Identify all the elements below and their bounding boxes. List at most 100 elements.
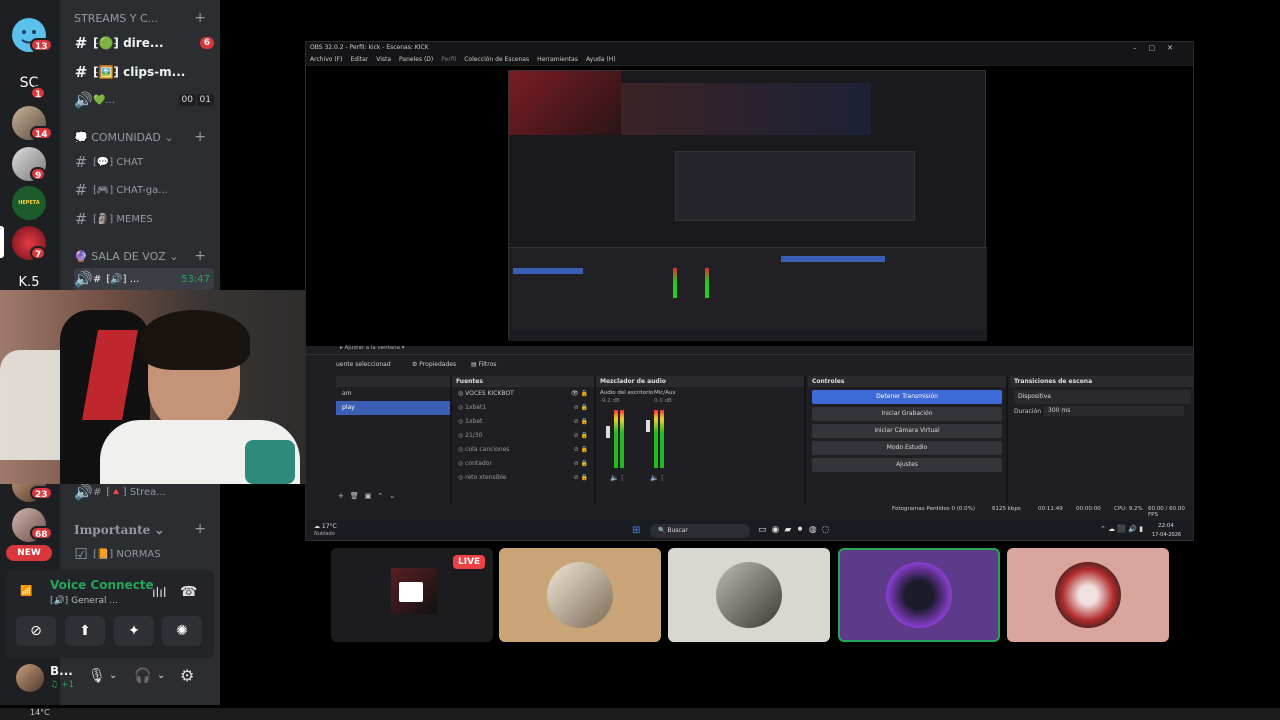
stop-streaming-button[interactable]: Detener Transmisión — [812, 390, 1002, 404]
camera-off-icon[interactable]: ⊘ — [16, 616, 56, 646]
category-sala-de-voz[interactable]: 🔮 SALA DE VOZ ⌄ — [74, 250, 178, 263]
channel-stream[interactable]: 🔊 # ⁅🔺⁆ Strea... — [74, 481, 214, 503]
volume-meter — [660, 410, 664, 468]
studio-mode-button[interactable]: Modo Estudio — [812, 441, 1002, 455]
window-controls[interactable]: –▢✕ — [1133, 42, 1185, 54]
voice-limit: 01 — [196, 94, 214, 106]
start-virtual-camera-button[interactable]: Iniciar Cámara Virtual — [812, 424, 1002, 438]
scenes-header — [336, 376, 450, 387]
taskbar-search[interactable]: 🔍 Buscar — [650, 524, 750, 538]
avatar[interactable] — [16, 664, 44, 692]
menu-editar[interactable]: Editar — [350, 54, 368, 65]
menu-coleccion[interactable]: Colección de Escenas — [464, 54, 529, 65]
speaker-icon: 🔊 — [74, 270, 93, 288]
taskbar-apps[interactable]: ▭◉▰⚫◍◌ — [758, 525, 835, 535]
channel-chat[interactable]: # ⁅💬⁆ CHAT — [74, 151, 214, 173]
screen-share-icon — [399, 582, 423, 602]
bitrate: 6125 kbps — [992, 506, 1021, 512]
voice-channel-heart[interactable]: 🔊 💚... 00 01 — [74, 89, 214, 111]
start-recording-button[interactable]: Iniciar Grabación — [812, 407, 1002, 421]
volume-slider[interactable] — [646, 420, 650, 432]
properties-tab[interactable]: ⚙ Propiedades — [412, 355, 456, 375]
menu-vista[interactable]: Vista — [376, 54, 391, 65]
source-item[interactable]: ◎ 1xbet ⊘ 🔒 — [452, 415, 594, 429]
user-tile-1[interactable] — [499, 548, 661, 642]
channel-normas[interactable]: ☑ ⁅📙⁆ NORMAS — [74, 543, 214, 565]
add-channel-icon[interactable]: + — [194, 248, 206, 264]
source-item[interactable]: ◎ cola canciones ⊘ 🔒 — [452, 443, 594, 457]
weather-widget[interactable]: ☁ 17°C — [314, 523, 337, 530]
unread-badge: 7 — [30, 246, 47, 260]
channel-direct[interactable]: # ⁅🟢⁆ dire... 6 — [74, 32, 214, 54]
category-streams[interactable]: STREAMS Y C... — [74, 12, 158, 25]
menu-paneles[interactable]: Paneles (D) — [399, 54, 433, 65]
source-item[interactable]: ◎ 1xbet1 ⊘ 🔒 — [452, 401, 594, 415]
user-tile-2[interactable] — [668, 548, 830, 642]
unread-badge: 13 — [30, 38, 53, 52]
server-icon-hepe[interactable]: HEPETA LORD — [12, 186, 46, 220]
channel-memes[interactable]: # ⁅🗿⁆ MEMES — [74, 208, 214, 230]
voice-status[interactable]: Voice Connecte — [50, 578, 154, 592]
duration-input[interactable]: 300 ms — [1044, 406, 1184, 416]
speaker-icon[interactable]: 🔈⋮ — [650, 474, 666, 482]
activities-icon[interactable]: ✦ — [114, 616, 154, 646]
unread-badge: 14 — [30, 126, 53, 140]
voice-connection-panel: 📶 Voice Connecte ⁅🔊⁆ General ... ılıl ☎ … — [6, 570, 214, 658]
tray-icons[interactable]: ⌃ ☁ ⬛ 🔊 ▮ — [1100, 525, 1143, 533]
add-channel-icon[interactable]: + — [194, 521, 206, 537]
sources-dock: Fuentes ◎ VOCES KICKBOT 👁 🔒 ◎ 1xbet1 ⊘ 🔒 ◎… — [452, 376, 596, 504]
voice-channel-general[interactable]: 🔊 # ⁅🔊⁆ ... 53:47 — [74, 268, 214, 290]
transitions-dock: Transiciones de escena Dispositiva Durac… — [1010, 376, 1193, 504]
disconnect-icon[interactable]: ☎ — [180, 584, 197, 600]
noise-suppression-icon[interactable]: ılıl — [152, 586, 166, 601]
channel-clips[interactable]: # ⁅🖼️⁆ clips-m... — [74, 61, 214, 83]
selected-source-label: uente seleccionad — [336, 361, 391, 368]
user-tile-4[interactable] — [1007, 548, 1169, 642]
volume-slider[interactable] — [606, 426, 610, 438]
category-comunidad[interactable]: 💭 COMUNIDAD ⌄ — [74, 131, 174, 144]
scene-item-selected[interactable]: play — [336, 401, 450, 415]
obs-title-bar: OBS 32.0.2 - Perfil: kick - Escenas: KIC… — [306, 42, 1193, 54]
source-item[interactable]: ◎ contador ⊘ 🔒 — [452, 457, 594, 471]
text-channel-icon: # — [74, 210, 88, 228]
menu-archivo[interactable]: Archivo (F) — [310, 54, 342, 65]
voice-timer: 53:47 — [181, 273, 210, 285]
transition-select[interactable]: Dispositiva — [1014, 390, 1191, 404]
stream-tile[interactable]: LIVE — [331, 548, 493, 642]
mixer-channel-mic: Mic/Aux — [654, 390, 676, 396]
new-badge[interactable]: NEW — [6, 545, 52, 561]
username[interactable]: B... — [50, 664, 73, 678]
source-item[interactable]: ◎ VOCES KICKBOT 👁 🔒 — [452, 387, 594, 401]
windows-start-icon[interactable]: ⊞ — [632, 525, 640, 536]
chevron-down-icon[interactable]: ⌄ — [157, 670, 165, 681]
category-importante[interactable]: Importante ⌄ — [74, 523, 164, 537]
source-item[interactable]: ◎ 21/30 ⊘ 🔒 — [452, 429, 594, 443]
soundboard-icon[interactable]: ✺ — [162, 616, 202, 646]
user-tile-3-speaking[interactable] — [838, 548, 1000, 642]
headphones-icon[interactable]: 🎧 — [134, 668, 151, 684]
screen-share-icon[interactable]: ⬆ — [65, 616, 105, 646]
filters-tab[interactable]: ▤ Filtros — [471, 355, 496, 375]
preview-caption[interactable]: ▸ Ajustar a la ventana ▾ — [340, 345, 404, 351]
add-channel-icon[interactable]: + — [194, 10, 206, 26]
cpu-usage: CPU: 9.2% — [1114, 506, 1143, 512]
webcam-overlay — [0, 290, 337, 484]
source-item[interactable]: ◎ reto xtensible ⊘ 🔒 — [452, 471, 594, 485]
user-panel: B... ♫ +1 🎙 ⌄ 🎧 ⌄ ⚙ — [6, 658, 214, 698]
checkbox-icon: ☑ — [74, 545, 88, 563]
channel-chat-gaming[interactable]: # ⁅🎮⁆ CHAT-ga... — [74, 179, 214, 201]
settings-button[interactable]: Ajustes — [812, 458, 1002, 472]
speaker-icon[interactable]: 🔈⋮ — [610, 474, 626, 482]
obs-preview-area[interactable] — [306, 66, 1193, 346]
scene-toolbar[interactable]: +🗑▣⌃⌄ — [338, 492, 401, 500]
microphone-icon[interactable]: 🎙 — [88, 668, 106, 684]
menu-perfil[interactable]: Perfil — [441, 54, 456, 65]
scene-item[interactable]: am — [336, 387, 450, 401]
add-channel-icon[interactable]: + — [194, 129, 206, 145]
gear-icon[interactable]: ⚙ — [180, 666, 194, 685]
chevron-down-icon[interactable]: ⌄ — [109, 670, 117, 681]
text-channel-icon: # — [74, 63, 88, 81]
menu-herramientas[interactable]: Herramientas — [537, 54, 578, 65]
voice-channel-name[interactable]: ⁅🔊⁆ General ... — [50, 596, 118, 606]
menu-ayuda[interactable]: Ayuda (H) — [586, 54, 616, 65]
